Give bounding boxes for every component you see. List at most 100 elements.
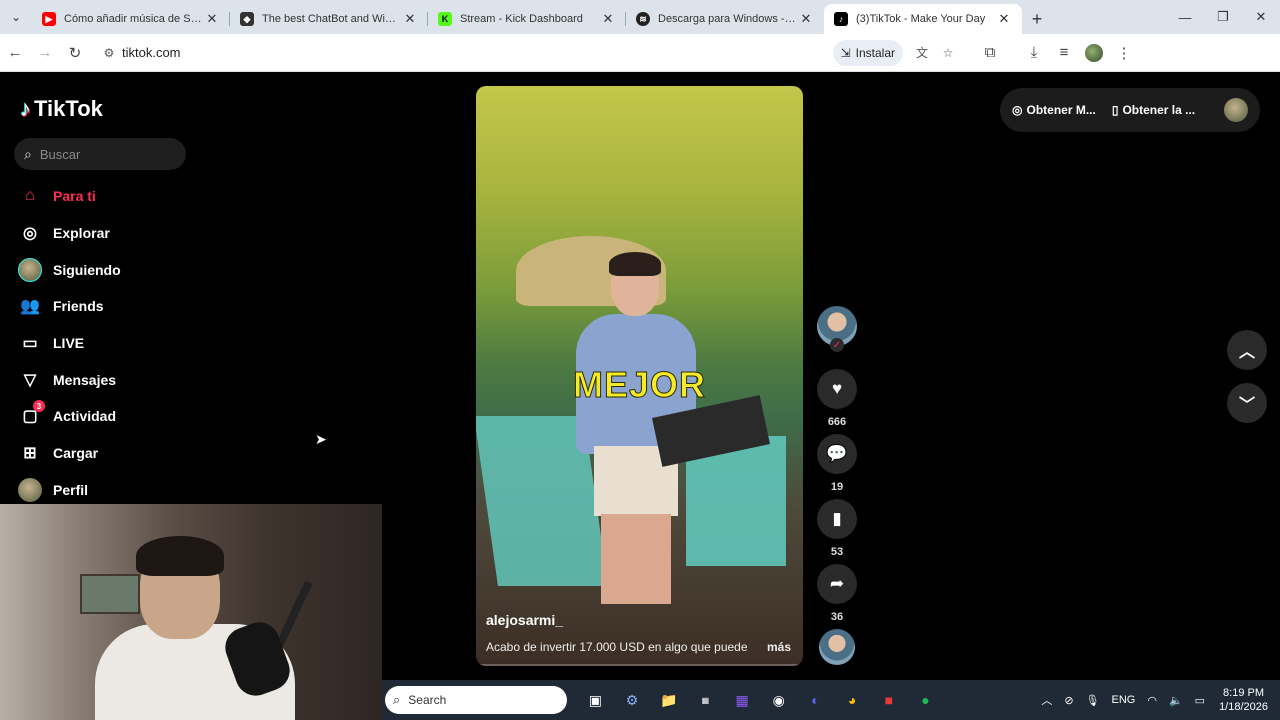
browser-tab-active[interactable]: ♪ (3)TikTok - Make Your Day ✕ — [824, 4, 1022, 34]
following-avatar-icon — [18, 257, 42, 282]
youtube-icon: ▶ — [42, 12, 56, 26]
close-tab-icon[interactable]: ✕ — [204, 11, 220, 27]
settings-icon[interactable]: ⚙ — [614, 684, 651, 716]
red-app-icon[interactable]: ■ — [871, 684, 908, 716]
follow-check-icon[interactable]: ✓ — [830, 338, 844, 352]
tiktok-logo[interactable]: ♪ TikTok — [20, 96, 103, 122]
tray-chevron-icon[interactable]: ︿ — [1041, 692, 1052, 708]
description-text: Acabo de invertir 17.000 USD en algo que… — [486, 640, 748, 654]
task-view-icon[interactable]: ▣ — [577, 684, 614, 716]
close-tab-icon[interactable]: ✕ — [996, 11, 1012, 27]
language-indicator[interactable]: ENG — [1112, 694, 1136, 706]
discord-icon[interactable]: ◐ — [797, 684, 834, 716]
browser-tab[interactable]: ▶ Cómo añadir música de Spotify ✕ — [32, 4, 230, 34]
tiktok-icon: ♪ — [834, 12, 848, 26]
sound-avatar[interactable] — [819, 629, 855, 665]
sidebar-item-perfil[interactable]: Perfil — [18, 472, 121, 509]
file-explorer-icon[interactable]: 📁 — [650, 684, 687, 716]
tab-title: (3)TikTok - Make Your Day — [856, 13, 986, 25]
restore-icon[interactable]: ❐ — [1204, 0, 1242, 34]
wifi-icon[interactable]: ◠ — [1147, 694, 1157, 707]
extensions-icon[interactable]: ⧉ — [975, 38, 1005, 68]
friends-icon: 👥 — [20, 298, 40, 316]
sidebar-item-live[interactable]: ▭ LIVE — [18, 325, 121, 362]
microphone-icon[interactable]: 🎙 — [1086, 694, 1100, 707]
site-info-icon[interactable]: ⚙ — [96, 46, 122, 60]
install-app-button[interactable]: ⇲ Instalar — [832, 39, 903, 66]
obs-webcam-icon[interactable]: ▦ — [687, 684, 724, 716]
download-icon[interactable]: ⤓ — [1019, 38, 1049, 68]
video-player[interactable]: MEJOR alejosarmi_ Acabo de invertir 17.0… — [476, 86, 803, 666]
get-app-button[interactable]: ▯ Obtener la ... — [1112, 103, 1195, 117]
address-bar[interactable]: ⚙ tiktok.com ⇲ Instalar 文 ☆ — [96, 37, 961, 68]
sidebar-item-siguiendo[interactable]: Siguiendo — [18, 251, 121, 288]
forward-icon[interactable]: → — [30, 38, 60, 68]
chrome-icon[interactable]: ◕ — [834, 684, 871, 716]
live-icon: ▭ — [22, 335, 38, 353]
install-icon: ⇲ — [840, 45, 851, 60]
get-coins-button[interactable]: ◎ Obtener M... — [1012, 103, 1096, 117]
browser-tab[interactable]: K Stream - Kick Dashboard ✕ — [428, 4, 626, 34]
close-tab-icon[interactable]: ✕ — [600, 11, 616, 27]
user-avatar[interactable] — [1224, 98, 1248, 122]
steam-icon[interactable]: ◉ — [760, 684, 797, 716]
minimize-icon[interactable]: — — [1166, 0, 1204, 34]
like-button[interactable]: ♥ — [817, 369, 857, 409]
clock-date: 1/18/2026 — [1219, 701, 1268, 713]
browser-tab[interactable]: ≋ Descarga para Windows - Spoti ✕ — [626, 4, 824, 34]
tiktok-app: ♪ TikTok ⌕ Buscar ⌂ Para ti ◎ Explorar S… — [0, 72, 1280, 720]
battery-icon[interactable]: ▭ — [1195, 694, 1205, 707]
video-username[interactable]: alejosarmi_ — [486, 612, 563, 628]
video-progress-bar[interactable] — [476, 664, 803, 666]
search-icon: ⌕ — [393, 692, 401, 707]
sidebar-item-friends[interactable]: 👥 Friends — [18, 288, 121, 325]
sidebar-item-explorar[interactable]: ◎ Explorar — [18, 215, 121, 252]
clock[interactable]: 8:19 PM 1/18/2026 — [1219, 686, 1268, 714]
coin-icon: ◎ — [1012, 103, 1023, 117]
chrome-menu-icon[interactable]: ⋮ — [1109, 38, 1139, 68]
comment-button[interactable]: 💬 — [817, 434, 857, 474]
tab-search-chevron-icon[interactable]: ⌄ — [0, 0, 32, 34]
reload-icon[interactable]: ↻ — [60, 38, 90, 68]
app-grid-icon[interactable]: ▦ — [724, 684, 761, 716]
logo-text: TikTok — [34, 96, 103, 121]
activity-badge: 3 — [33, 400, 45, 413]
search-input[interactable]: ⌕ Buscar — [14, 138, 186, 170]
install-label: Instalar — [855, 45, 895, 60]
translate-icon[interactable]: 文 — [909, 44, 935, 61]
sidebar-item-cargar[interactable]: ⊞ Cargar — [18, 435, 121, 472]
bookmark-icon: ▮ — [832, 509, 842, 528]
sidebar-item-para-ti[interactable]: ⌂ Para ti — [18, 178, 121, 215]
activity-icon: ▢ 3 — [18, 400, 45, 428]
share-button[interactable]: ➦ — [817, 564, 857, 604]
bookmark-star-icon[interactable]: ☆ — [935, 46, 961, 60]
media-control-icon[interactable]: ≡ — [1049, 38, 1079, 68]
sidebar-item-label: Perfil — [53, 481, 89, 498]
new-tab-icon[interactable]: + — [1022, 4, 1052, 34]
home-icon: ⌂ — [25, 187, 35, 205]
sidebar-item-label: LIVE — [53, 335, 85, 352]
sidebar-item-label: Actividad — [53, 408, 117, 425]
close-window-icon[interactable]: ✕ — [1242, 0, 1280, 34]
save-button[interactable]: ▮ — [817, 499, 857, 539]
back-icon[interactable]: ← — [0, 38, 30, 68]
tab-title: Stream - Kick Dashboard — [460, 13, 583, 25]
action-rail: ✓ ♥ 666 💬 19 ▮ 53 ➦ 36 — [816, 306, 858, 665]
creator-avatar[interactable]: ✓ — [817, 306, 857, 352]
search-icon: ⌕ — [24, 145, 32, 162]
sidebar-item-actividad[interactable]: ▢ 3 Actividad — [18, 398, 121, 435]
volume-icon[interactable]: 🔈 — [1169, 694, 1183, 707]
browser-tab[interactable]: ◆ The best ChatBot and Widgets ✕ — [230, 4, 428, 34]
next-video-button[interactable]: ﹀ — [1227, 383, 1267, 423]
close-tab-icon[interactable]: ✕ — [798, 11, 814, 27]
taskbar-apps: ▣ ⚙ 📁 ▦ ▦ ◉ ◐ ◕ ■ ● — [577, 684, 944, 716]
sidebar-item-mensajes[interactable]: ▽ Mensajes — [18, 361, 121, 398]
spotify-icon[interactable]: ● — [907, 684, 944, 716]
close-tab-icon[interactable]: ✕ — [402, 11, 418, 27]
camera-off-icon[interactable]: ⊘ — [1064, 694, 1073, 707]
profile-avatar-icon — [18, 477, 42, 502]
more-button[interactable]: más — [767, 640, 791, 654]
profile-avatar[interactable] — [1079, 38, 1109, 68]
previous-video-button[interactable]: ︿ — [1227, 330, 1267, 370]
taskbar-search[interactable]: ⌕ Search — [385, 686, 567, 714]
